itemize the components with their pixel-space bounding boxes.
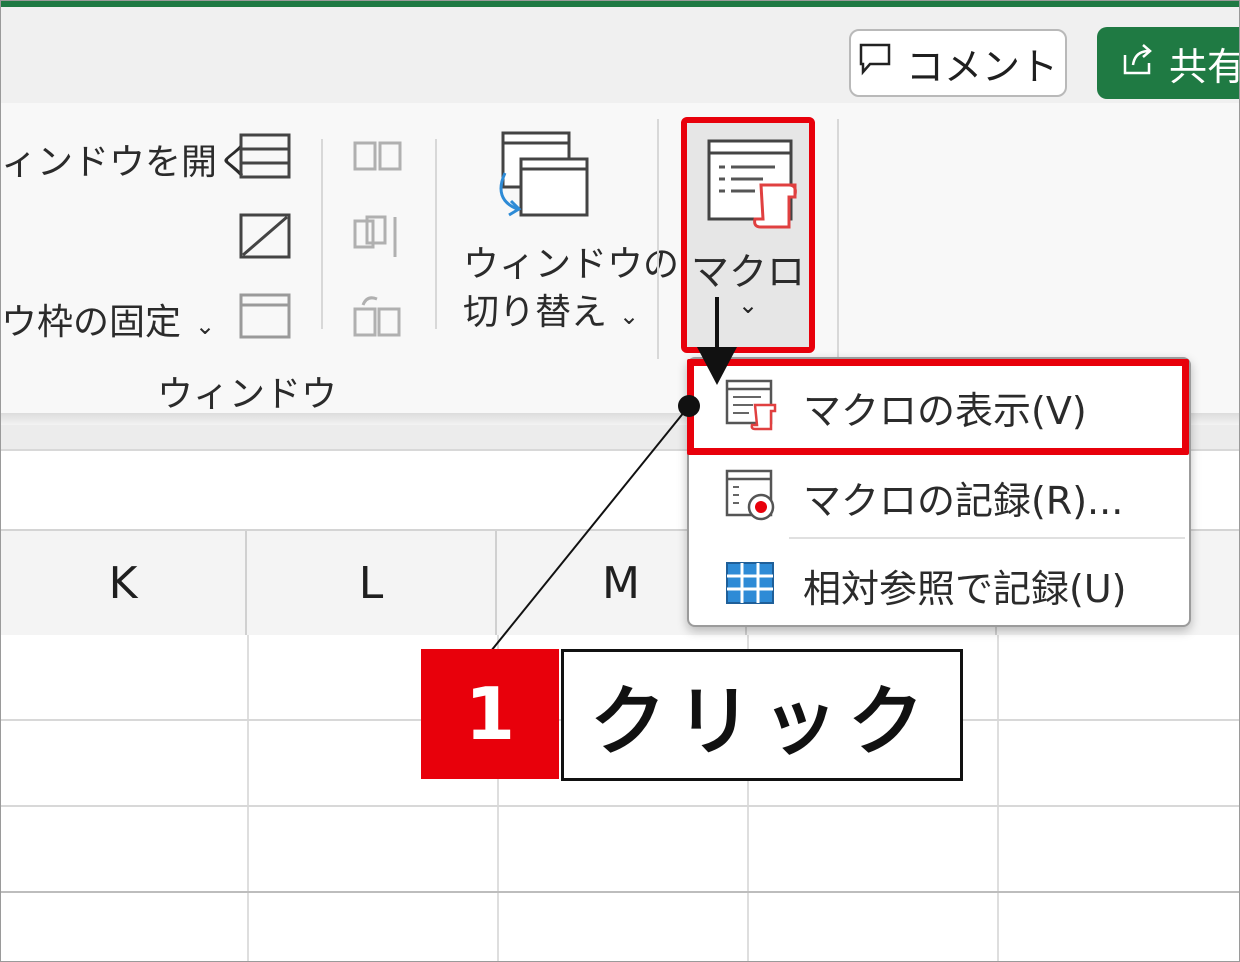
leader-dot xyxy=(678,395,700,417)
callout-instruction: クリック xyxy=(561,649,963,781)
arrow-head xyxy=(697,347,737,385)
annotation-overlay xyxy=(490,297,737,652)
excel-window: コメント 共有 ィンドウを開く ウ枠の固定 ⌄ ウィンドウ ウィンドウの 切り替… xyxy=(0,0,1240,962)
leader-line xyxy=(490,405,690,652)
callout-step-number: 1 xyxy=(421,649,559,779)
